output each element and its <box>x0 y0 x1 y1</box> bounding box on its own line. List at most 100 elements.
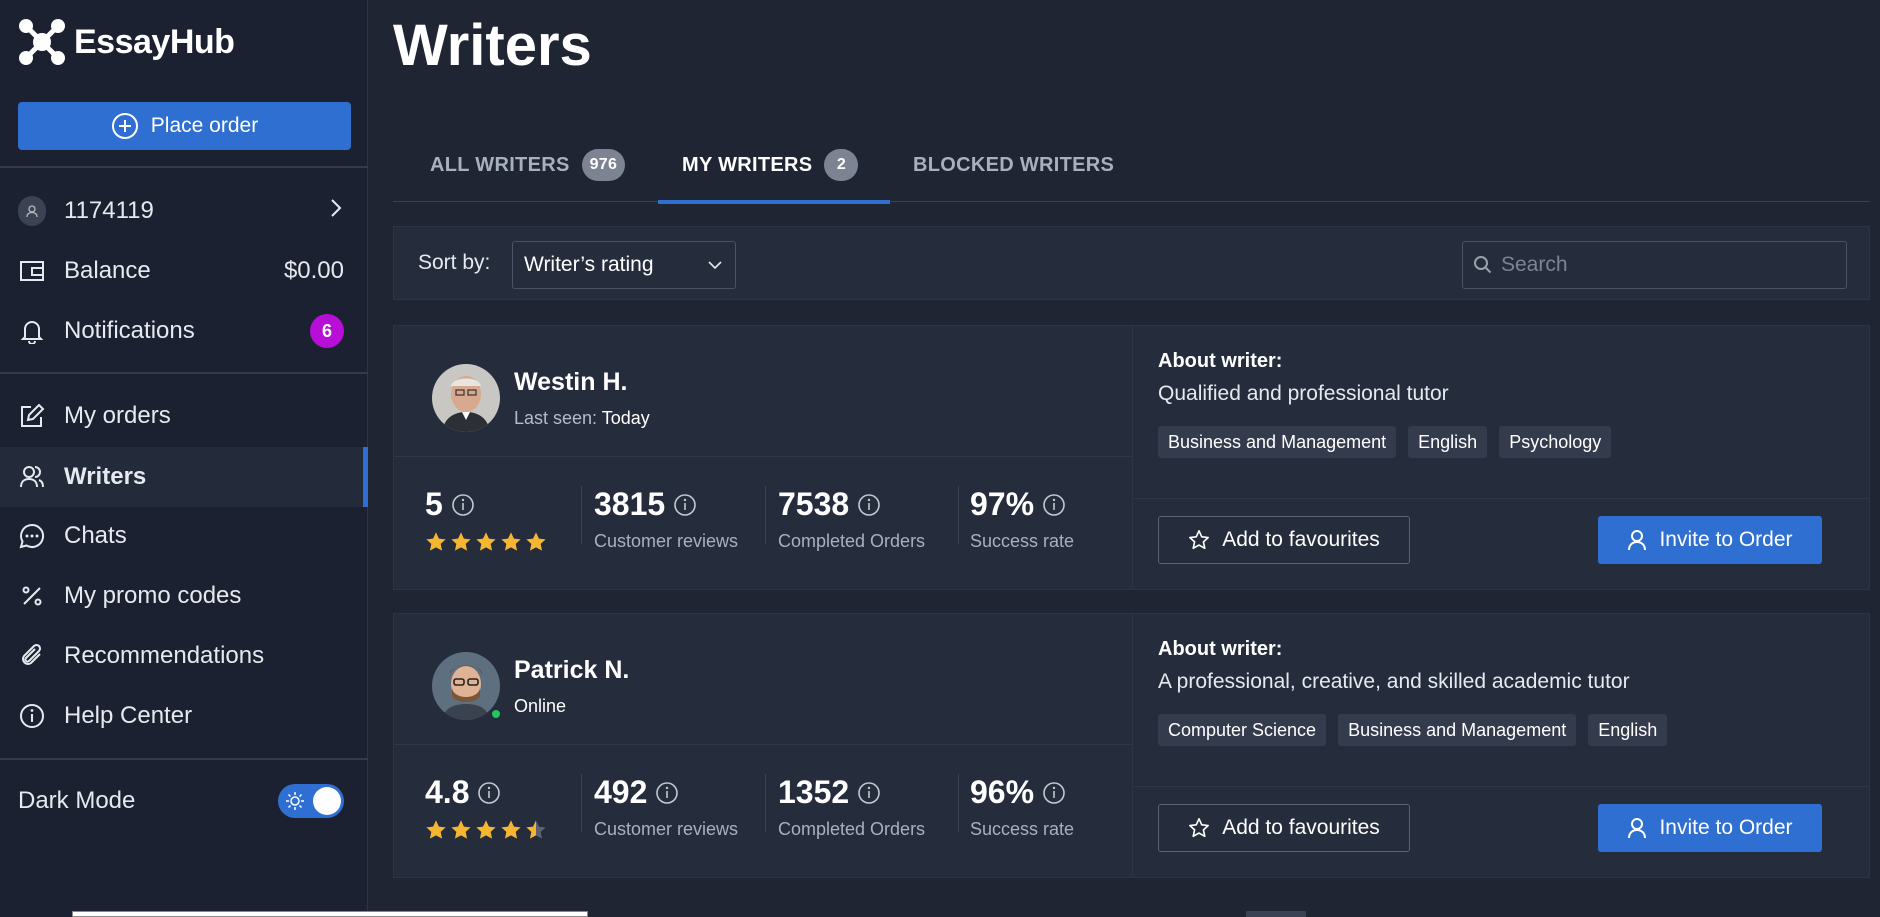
logo-icon <box>19 19 65 65</box>
dark-mode-label: Dark Mode <box>18 787 136 814</box>
search-input[interactable] <box>1501 253 1831 277</box>
info-icon[interactable] <box>857 493 881 517</box>
rating-value: 4.8 <box>425 774 470 810</box>
user-icon <box>26 205 38 218</box>
star-icon <box>426 820 446 839</box>
rating-stars <box>425 819 547 841</box>
subject-tag: Business and Management <box>1338 714 1577 746</box>
star-outline-icon <box>1189 530 1210 550</box>
success-value: 96% <box>970 774 1035 810</box>
status-value: Online <box>514 696 567 716</box>
reviews-value: 3815 <box>594 486 666 522</box>
reviews-stat: 492 Customer reviews <box>594 774 738 840</box>
divider <box>765 774 766 832</box>
rating-stars <box>425 531 547 553</box>
divider <box>0 758 368 760</box>
balance-value: $0.00 <box>283 257 344 284</box>
star-icon <box>526 820 546 839</box>
writer-avatar[interactable] <box>432 652 500 720</box>
subject-tag: Business and Management <box>1158 426 1397 458</box>
balance-label: Balance <box>64 257 151 284</box>
tab-selected-indicator <box>658 200 890 204</box>
plus-circle-icon <box>111 113 138 139</box>
writer-card: Patrick N. Online 4.8 492 Customer revie… <box>393 613 1870 878</box>
wallet-icon <box>18 257 46 285</box>
sidebar-item-help-center[interactable]: Help Center <box>0 687 368 745</box>
info-icon[interactable] <box>857 781 881 805</box>
status-value: Today <box>601 408 650 428</box>
star-icon <box>501 532 521 551</box>
online-indicator <box>490 708 502 720</box>
sidebar-item-writers[interactable]: Writers <box>0 447 368 507</box>
invite-to-order-button[interactable]: Invite to Order <box>1598 804 1822 852</box>
dark-mode-toggle[interactable] <box>278 784 344 818</box>
divider <box>958 774 959 832</box>
edit-icon <box>18 402 46 430</box>
add-to-favourites-button[interactable]: Add to favourites <box>1158 804 1410 852</box>
notifications-row[interactable]: Notifications 6 <box>0 302 368 360</box>
star-icon <box>451 532 471 551</box>
info-icon[interactable] <box>451 493 475 517</box>
bottom-overlay-strip <box>72 911 588 917</box>
chat-icon <box>18 522 46 550</box>
reviews-label: Customer reviews <box>594 531 739 551</box>
about-text: A professional, creative, and skilled ac… <box>1158 670 1630 693</box>
sidebar-item-label: Writers <box>64 463 147 490</box>
sort-select[interactable]: Writer’s rating <box>512 241 736 289</box>
divider <box>1134 786 1870 787</box>
sidebar-item-chats[interactable]: Chats <box>0 507 368 565</box>
rating-stat: 5 <box>425 486 547 553</box>
invite-to-order-button[interactable]: Invite to Order <box>1598 516 1822 564</box>
star-outline-icon <box>1189 818 1210 838</box>
writer-card: Westin H. Last seen: Today 5 3815 Custom… <box>393 325 1870 590</box>
logo[interactable]: EssayHub <box>16 16 235 68</box>
subject-tags: Computer Science Business and Management… <box>1158 714 1668 746</box>
star-icon <box>476 820 496 839</box>
percent-icon <box>18 582 46 610</box>
place-order-button[interactable]: Place order <box>18 102 351 150</box>
add-to-favourites-button[interactable]: Add to favourites <box>1158 516 1410 564</box>
balance-row[interactable]: Balance $0.00 <box>0 242 368 300</box>
writer-about: About writer: A professional, creative, … <box>1134 614 1870 877</box>
writer-name[interactable]: Patrick N. <box>514 656 629 685</box>
divider <box>958 486 959 544</box>
success-stat: 97% Success rate <box>970 486 1074 552</box>
writer-name[interactable]: Westin H. <box>514 368 627 397</box>
divider <box>0 372 368 374</box>
sidebar-item-label: My orders <box>64 402 171 429</box>
sidebar-item-promo-codes[interactable]: My promo codes <box>0 567 368 625</box>
info-icon[interactable] <box>1042 493 1066 517</box>
success-stat: 96% Success rate <box>970 774 1074 840</box>
sidebar-item-label: Help Center <box>64 702 193 729</box>
fav-label: Add to favourites <box>1222 528 1380 551</box>
divider <box>581 774 582 832</box>
sidebar-item-label: Recommendations <box>64 642 265 669</box>
info-icon[interactable] <box>1042 781 1066 805</box>
info-icon[interactable] <box>673 493 697 517</box>
paperclip-icon <box>18 642 46 670</box>
star-icon <box>526 532 546 551</box>
about-heading: About writer: <box>1158 350 1283 372</box>
orders-label: Completed Orders <box>778 531 926 551</box>
subject-tag: Psychology <box>1499 426 1612 458</box>
tab-count-badge: 976 <box>581 149 626 181</box>
search-box[interactable] <box>1462 241 1847 289</box>
star-icon <box>426 532 446 551</box>
notifications-label: Notifications <box>64 317 195 344</box>
sidebar-item-recommendations[interactable]: Recommendations <box>0 627 368 685</box>
writer-avatar[interactable] <box>432 364 500 432</box>
tab-all-writers[interactable]: ALL WRITERS 976 <box>393 128 640 202</box>
info-icon[interactable] <box>477 781 501 805</box>
info-icon[interactable] <box>655 781 679 805</box>
tab-blocked-writers[interactable]: BLOCKED WRITERS <box>913 128 1114 202</box>
sidebar-item-my-orders[interactable]: My orders <box>0 387 368 445</box>
place-order-label: Place order <box>150 114 259 137</box>
divider <box>394 456 1133 457</box>
account-row[interactable]: 1174119 <box>0 182 368 240</box>
subject-tags: Business and Management English Psycholo… <box>1158 426 1612 458</box>
sidebar-item-label: My promo codes <box>64 582 242 609</box>
chevron-right-icon <box>328 197 344 225</box>
tab-my-writers[interactable]: MY WRITERS 2 <box>658 128 890 204</box>
writer-summary: Westin H. Last seen: Today 5 3815 Custom… <box>394 326 1133 589</box>
users-icon <box>18 463 46 491</box>
